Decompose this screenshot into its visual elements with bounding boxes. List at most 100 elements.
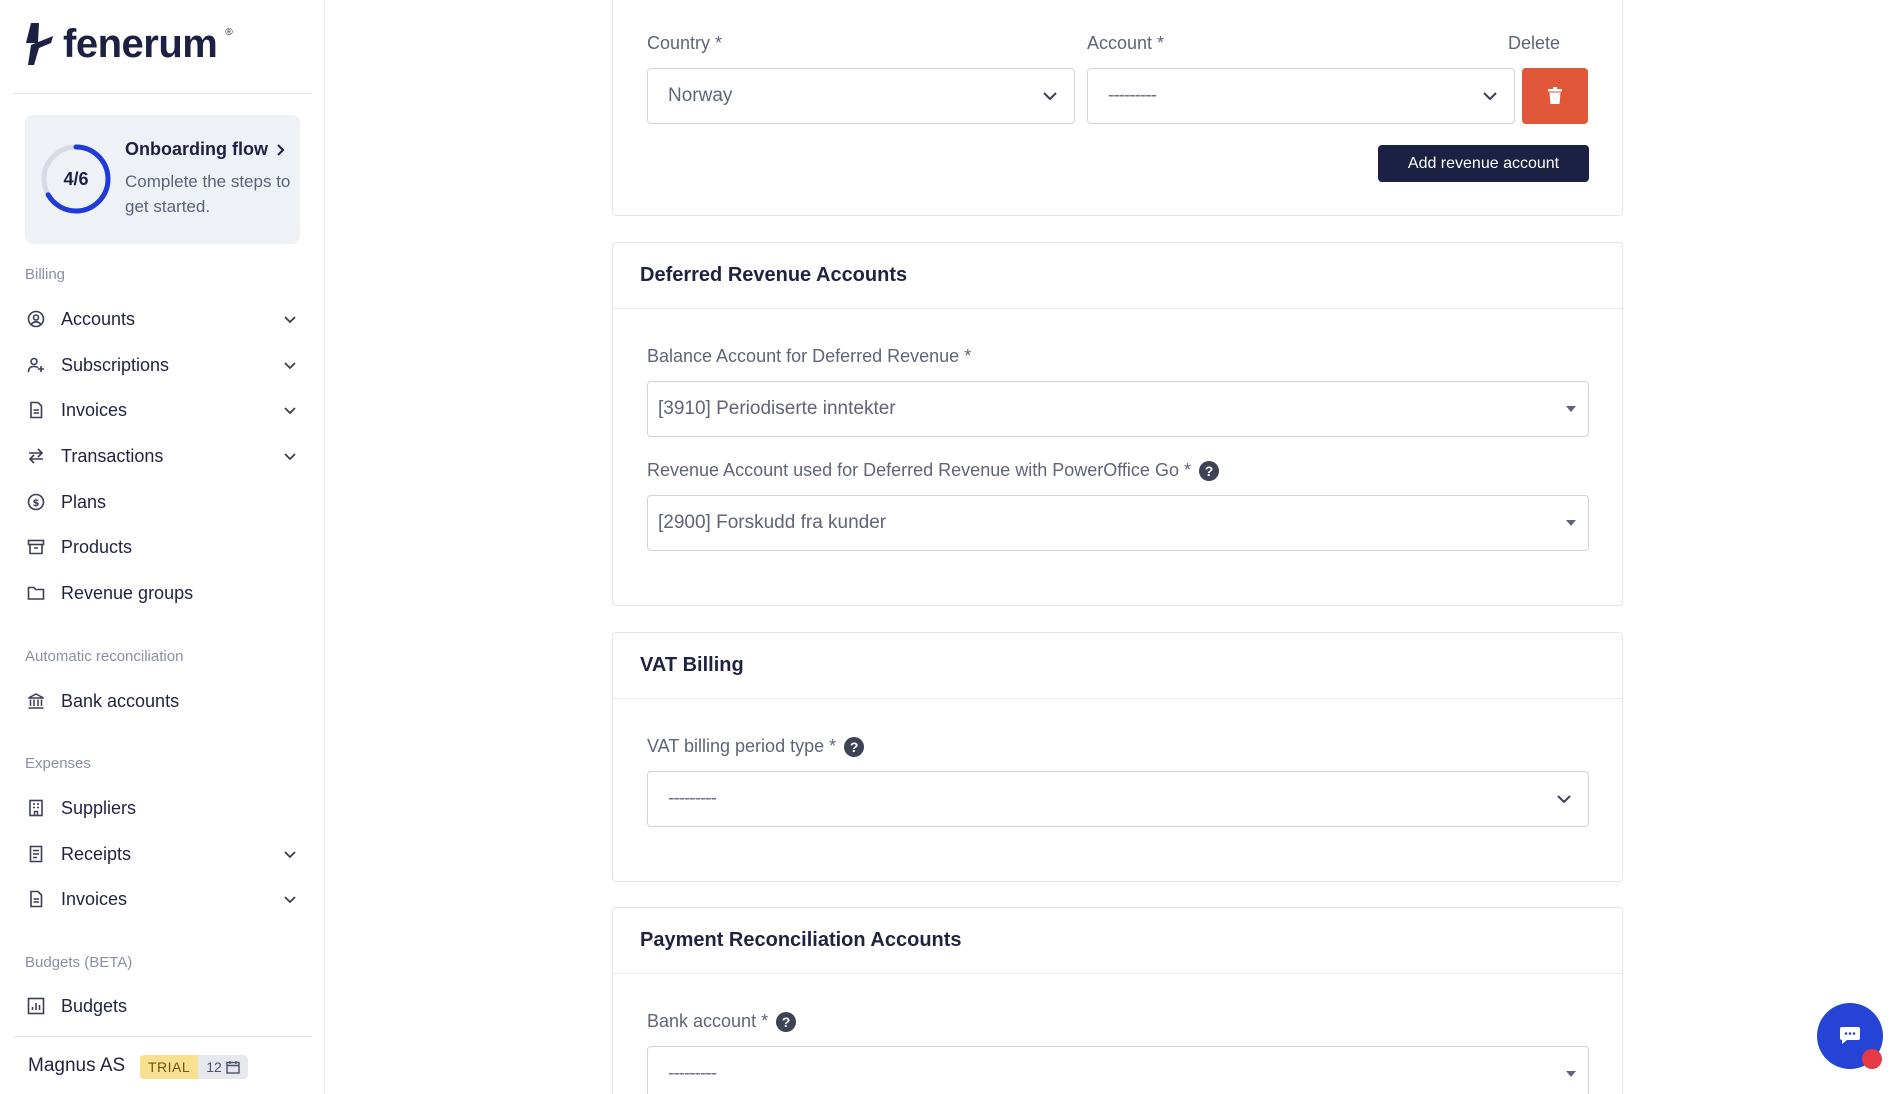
sidebar-item-label: Revenue groups <box>61 582 194 603</box>
chevron-down-icon <box>1557 795 1571 804</box>
trash-icon <box>1548 87 1562 104</box>
country-select-value: Norway <box>668 85 733 106</box>
revenue-account-label-row: Revenue Account used for Deferred Revenu… <box>647 460 1219 481</box>
chevron-right-icon <box>277 143 285 156</box>
card-title: Payment Reconciliation Accounts <box>613 908 1622 974</box>
sidebar-item-receipts[interactable]: Receipts <box>25 834 300 874</box>
sidebar-item-label: Transactions <box>61 445 164 466</box>
sidebar-item-label: Accounts <box>61 308 136 329</box>
revenue-account-label: Revenue Account used for Deferred Revenu… <box>647 460 1191 480</box>
section-reconciliation: Automatic reconciliation <box>25 648 184 665</box>
country-select[interactable]: Norway <box>647 68 1075 124</box>
organization-switcher[interactable]: Magnus AS TRIAL 12 <box>0 1037 325 1094</box>
chevron-down-icon <box>280 844 300 864</box>
user-plus-icon <box>25 354 47 376</box>
sidebar-item-label: Invoices <box>61 399 128 420</box>
trial-label: TRIAL <box>140 1055 199 1079</box>
chevron-down-icon <box>280 400 300 420</box>
sidebar-item-label: Plans <box>61 491 107 512</box>
chevron-down-icon <box>1043 92 1057 101</box>
trial-days-count: 12 <box>206 1059 222 1075</box>
chart-icon <box>25 995 47 1017</box>
balance-account-select[interactable]: [3910] Periodiserte inntekter <box>647 381 1589 437</box>
receipt-icon <box>25 843 47 865</box>
sidebar-item-label: Subscriptions <box>61 354 170 375</box>
chevron-down-icon <box>280 446 300 466</box>
sidebar-item-budgets[interactable]: Budgets <box>25 986 300 1026</box>
bank-account-label: Bank account * <box>647 1011 769 1031</box>
dollar-circle-icon: $ <box>25 491 47 513</box>
brand-logo[interactable]: fenerum ® <box>25 22 233 66</box>
vat-period-select[interactable]: --------- <box>647 771 1589 827</box>
sidebar-item-suppliers[interactable]: Suppliers <box>25 788 300 828</box>
arrows-exchange-icon <box>25 445 47 467</box>
account-select-value: --------- <box>1108 85 1157 106</box>
account-select[interactable]: --------- <box>1087 68 1515 124</box>
onboarding-title-label: Onboarding flow <box>125 139 268 159</box>
onboarding-subtitle: Complete the steps to get started. <box>125 172 291 216</box>
trial-badge: TRIAL 12 <box>140 1055 248 1079</box>
onboarding-count: 4/6 <box>63 168 89 189</box>
help-icon[interactable]: ? <box>844 736 865 757</box>
sidebar-divider <box>13 93 312 94</box>
chevron-down-icon <box>1483 92 1497 101</box>
main-content: Country * Account * Delete Norway ------… <box>325 0 1900 1094</box>
chevron-down-icon <box>280 355 300 375</box>
delete-revenue-account-button[interactable] <box>1522 68 1588 124</box>
sidebar-item-products[interactable]: Products <box>25 527 300 567</box>
bank-account-select[interactable]: --------- <box>647 1046 1589 1094</box>
chat-notification-dot <box>1862 1049 1882 1069</box>
building-icon <box>25 797 47 819</box>
revenue-account-select[interactable]: [2900] Forskudd fra kunder <box>647 495 1589 551</box>
chat-bubble-icon <box>1840 1027 1860 1044</box>
vat-period-value: --------- <box>668 788 717 809</box>
sidebar-item-subscriptions[interactable]: Subscriptions <box>25 345 300 385</box>
bank-icon <box>25 690 47 712</box>
user-circle-icon <box>25 308 47 330</box>
onboarding-card[interactable]: 4/6 Onboarding flow Complete the steps t… <box>25 115 300 244</box>
vat-billing-card: VAT Billing VAT billing period type * ? … <box>612 632 1623 882</box>
bank-account-value: --------- <box>668 1063 717 1084</box>
sidebar-item-transactions[interactable]: Transactions <box>25 436 300 476</box>
sidebar-item-expense-invoices[interactable]: Invoices <box>25 879 300 919</box>
archive-box-icon <box>25 536 47 558</box>
folder-icon <box>25 582 47 604</box>
fenerum-logo-icon <box>26 23 53 65</box>
caret-down-icon <box>1566 406 1576 412</box>
calendar-icon <box>226 1061 240 1074</box>
sidebar-item-accounts[interactable]: Accounts <box>25 299 300 339</box>
caret-down-icon <box>1566 1071 1576 1077</box>
chevron-down-icon <box>280 309 300 329</box>
sidebar-item-plans[interactable]: $ Plans <box>25 482 300 522</box>
sidebar-item-revenue-groups[interactable]: Revenue groups <box>25 573 300 613</box>
section-expenses: Expenses <box>25 755 91 772</box>
country-label: Country * <box>647 33 723 53</box>
help-icon[interactable]: ? <box>776 1011 797 1032</box>
section-billing: Billing <box>25 266 66 283</box>
sidebar-item-label: Receipts <box>61 843 132 864</box>
organization-name: Magnus AS <box>28 1055 126 1076</box>
chevron-down-icon <box>280 889 300 909</box>
sidebar-item-label: Suppliers <box>61 797 137 818</box>
sidebar-item-invoices[interactable]: Invoices <box>25 390 300 430</box>
sidebar-item-bank-accounts[interactable]: Bank accounts <box>25 681 300 721</box>
account-label: Account * <box>1087 33 1165 53</box>
card-title: Deferred Revenue Accounts <box>613 243 1622 309</box>
sidebar: fenerum ® 4/6 Onboarding flow Complete t… <box>0 0 325 1094</box>
help-icon[interactable]: ? <box>1198 460 1219 481</box>
document-icon <box>25 888 47 910</box>
delete-label: Delete <box>1508 33 1561 53</box>
balance-account-value: [3910] Periodiserte inntekter <box>658 398 896 419</box>
card-title: VAT Billing <box>613 633 1622 699</box>
brand-reg: ® <box>225 26 233 38</box>
vat-period-label-row: VAT billing period type * ? <box>647 736 865 757</box>
caret-down-icon <box>1566 520 1576 526</box>
document-icon <box>25 399 47 421</box>
balance-account-label: Balance Account for Deferred Revenue * <box>647 346 972 366</box>
section-budgets: Budgets (BETA) <box>25 954 133 971</box>
deferred-revenue-card: Deferred Revenue Accounts Balance Accoun… <box>612 242 1623 606</box>
add-revenue-account-button[interactable]: Add revenue account <box>1378 145 1589 182</box>
onboarding-title[interactable]: Onboarding flow <box>125 139 286 160</box>
sidebar-item-label: Products <box>61 536 133 557</box>
trial-days: 12 <box>198 1055 248 1079</box>
